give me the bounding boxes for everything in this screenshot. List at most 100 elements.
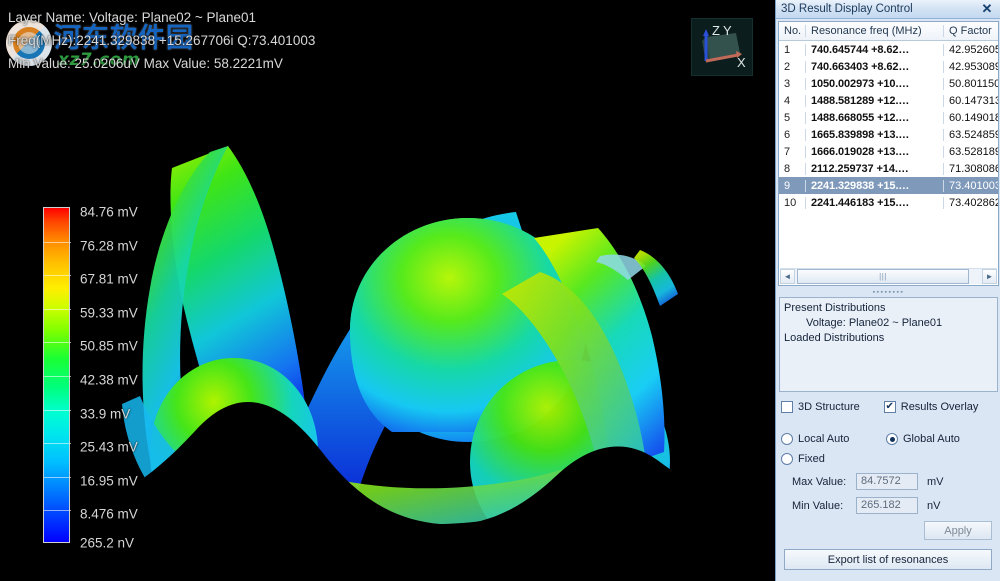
cell-q: 50.801150 (943, 77, 998, 90)
cell-freq: 1488.581289 +12.… (805, 94, 943, 107)
scroll-right-arrow-icon[interactable]: ► (982, 269, 997, 284)
colorbar-legend: 84.76 mV 76.28 mV 67.81 mV 59.33 mV 50.8… (43, 205, 138, 551)
3d-viewport[interactable]: 河东软件园 xz7.com Layer Name: Voltage: Plane… (0, 0, 775, 581)
present-distribution-item[interactable]: Voltage: Plane02 ~ Plane01 (784, 316, 993, 331)
scroll-left-arrow-icon[interactable]: ◄ (780, 269, 795, 284)
axis-orientation-gizmo[interactable]: Z Y X (691, 18, 753, 76)
table-row[interactable]: 4 1488.581289 +12.… 60.147313 (779, 92, 998, 109)
close-icon[interactable]: ✕ (978, 1, 996, 17)
cell-freq: 740.645744 +8.62… (805, 43, 943, 56)
max-value-row: Max Value: 84.7572 mV (792, 473, 944, 490)
info-line-minmax: Min Value: 25.0206uV Max Value: 58.2221m… (8, 56, 283, 71)
cell-no: 3 (784, 77, 791, 90)
cell-q: 73.402862 (943, 196, 998, 209)
radio-row-local-auto: Local Auto (781, 433, 849, 445)
colorbar-label: 50.85 mV (80, 338, 138, 354)
column-header-no: No. (784, 25, 802, 37)
display-options-row: 3D Structure ✔ Results Overlay (781, 401, 996, 413)
cell-freq: 1488.668055 +12.… (805, 111, 943, 124)
label-fixed: Fixed (798, 453, 825, 465)
gizmo-z-label: Z (712, 23, 720, 38)
radio-row-global-auto: Global Auto (886, 433, 960, 445)
checkbox-mark-icon: ✔ (885, 401, 894, 412)
colorbar-tick (44, 241, 71, 243)
loaded-distributions-label: Loaded Distributions (784, 332, 885, 344)
apply-button[interactable]: Apply (924, 521, 992, 540)
table-row[interactable]: 3 1050.002973 +10.… 50.801150 (779, 75, 998, 92)
info-line-frequency: Freq(MHz):2241.329838 +15.267706i Q:73.4… (8, 33, 316, 48)
table-row[interactable]: 1 740.645744 +8.62… 42.952605 (779, 41, 998, 58)
min-value-row: Min Value: 265.182 nV (792, 497, 940, 514)
cell-q: 42.953089 (943, 60, 998, 73)
colorbar-tick (44, 342, 71, 344)
table-row[interactable]: 6 1665.839898 +13.… 63.524859 (779, 126, 998, 143)
checkbox-3d-structure[interactable] (781, 401, 793, 413)
label-min-value: Min Value: (792, 499, 844, 512)
radio-fixed[interactable] (781, 453, 793, 465)
colorbar-tick (44, 510, 71, 512)
cell-no: 4 (784, 94, 791, 107)
panel-splitter-handle[interactable]: ▪▪▪▪▪▪▪▪ (778, 288, 999, 296)
info-line-layer-name: Layer Name: Voltage: Plane02 ~ Plane01 (8, 10, 257, 25)
cell-no: 10 (784, 196, 797, 209)
panel-title: 3D Result Display Control (781, 3, 913, 15)
scrollbar-track[interactable]: ||| (795, 269, 982, 284)
scrollbar-thumb[interactable]: ||| (797, 269, 969, 284)
colorbar-tick (44, 409, 71, 411)
application-window: 河东软件园 xz7.com Layer Name: Voltage: Plane… (0, 0, 1000, 581)
cell-q: 60.147313 (943, 94, 998, 107)
horizontal-scrollbar[interactable]: ◄ ||| ► (780, 268, 997, 284)
result-display-control-panel: 3D Result Display Control ✕ No. Resonanc… (775, 0, 1000, 581)
unit-max-value: mV (927, 475, 944, 488)
cell-q: 71.308086 (943, 162, 998, 175)
cell-q: 60.149018 (943, 111, 998, 124)
table-row[interactable]: 8 2112.259737 +14.… 71.308086 (779, 160, 998, 177)
cell-no: 5 (784, 111, 791, 124)
colorbar-tick (44, 443, 71, 445)
cell-freq: 2241.446183 +15.… (805, 196, 943, 209)
scrollbar-grip-icon: ||| (879, 272, 887, 281)
min-value-input[interactable]: 265.182 (856, 497, 918, 514)
column-header-resonance-freq: Resonance freq (MHz) (805, 25, 943, 37)
radio-global-auto[interactable] (886, 433, 898, 445)
colorbar-label: 42.38 mV (80, 372, 138, 388)
cell-freq: 2241.329838 +15.… (805, 179, 943, 192)
colorbar-tick (44, 476, 71, 478)
max-value-input[interactable]: 84.7572 (856, 473, 918, 490)
colorbar-gradient (43, 207, 71, 543)
cell-freq: 1050.002973 +10.… (805, 77, 943, 90)
cell-q: 73.401003 (943, 179, 998, 192)
table-row[interactable]: 10 2241.446183 +15.… 73.402862 (779, 194, 998, 211)
cell-q: 63.524859 (943, 128, 998, 141)
distributions-list[interactable]: Present Distributions Voltage: Plane02 ~… (779, 297, 998, 392)
cell-no: 7 (784, 145, 791, 158)
colorbar-label: 265.2 nV (80, 535, 135, 551)
table-row-selected[interactable]: 9 2241.329838 +15.… 73.401003 (779, 177, 998, 194)
colorbar-label: 76.28 mV (80, 238, 138, 254)
cell-q: 42.952605 (943, 43, 998, 56)
gizmo-y-label: Y (723, 23, 732, 38)
table-body: 1 740.645744 +8.62… 42.952605 2 740.6634… (779, 41, 998, 268)
cell-freq: 2112.259737 +14.… (805, 162, 943, 175)
label-global-auto: Global Auto (903, 433, 960, 445)
label-3d-structure: 3D Structure (798, 401, 860, 413)
colorbar-tick (44, 308, 71, 310)
table-row[interactable]: 7 1666.019028 +13.… 63.528189 (779, 143, 998, 160)
colorbar-label: 16.95 mV (80, 473, 138, 489)
colorbar-label: 8.476 mV (80, 506, 138, 522)
colorbar-label: 33.9 mV (80, 406, 131, 422)
table-row[interactable]: 2 740.663403 +8.62… 42.953089 (779, 58, 998, 75)
radio-row-fixed: Fixed (781, 453, 825, 465)
radio-local-auto[interactable] (781, 433, 793, 445)
label-local-auto: Local Auto (798, 433, 850, 445)
export-resonances-button[interactable]: Export list of resonances (784, 549, 992, 570)
table-row[interactable]: 5 1488.668055 +12.… 60.149018 (779, 109, 998, 126)
colorbar-label: 84.76 mV (80, 204, 138, 220)
checkbox-results-overlay[interactable]: ✔ (883, 401, 896, 413)
cell-no: 8 (784, 162, 791, 175)
cell-freq: 740.663403 +8.62… (805, 60, 943, 73)
radio-selected-dot-icon (889, 436, 895, 442)
resonance-table[interactable]: No. Resonance freq (MHz) Q Factor 1 740.… (778, 21, 999, 286)
3d-surface-plot[interactable] (0, 0, 775, 581)
cell-no: 9 (784, 179, 791, 192)
